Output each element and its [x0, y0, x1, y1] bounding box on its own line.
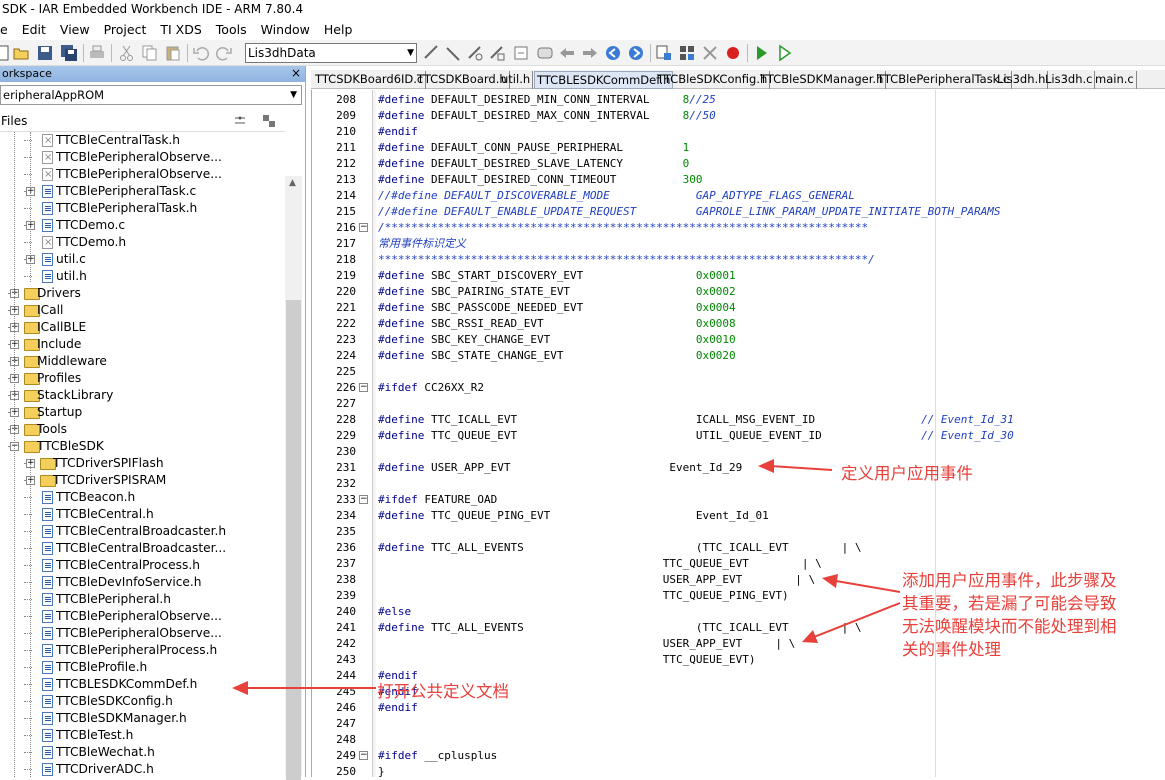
- annotation-arrows: [232, 459, 901, 695]
